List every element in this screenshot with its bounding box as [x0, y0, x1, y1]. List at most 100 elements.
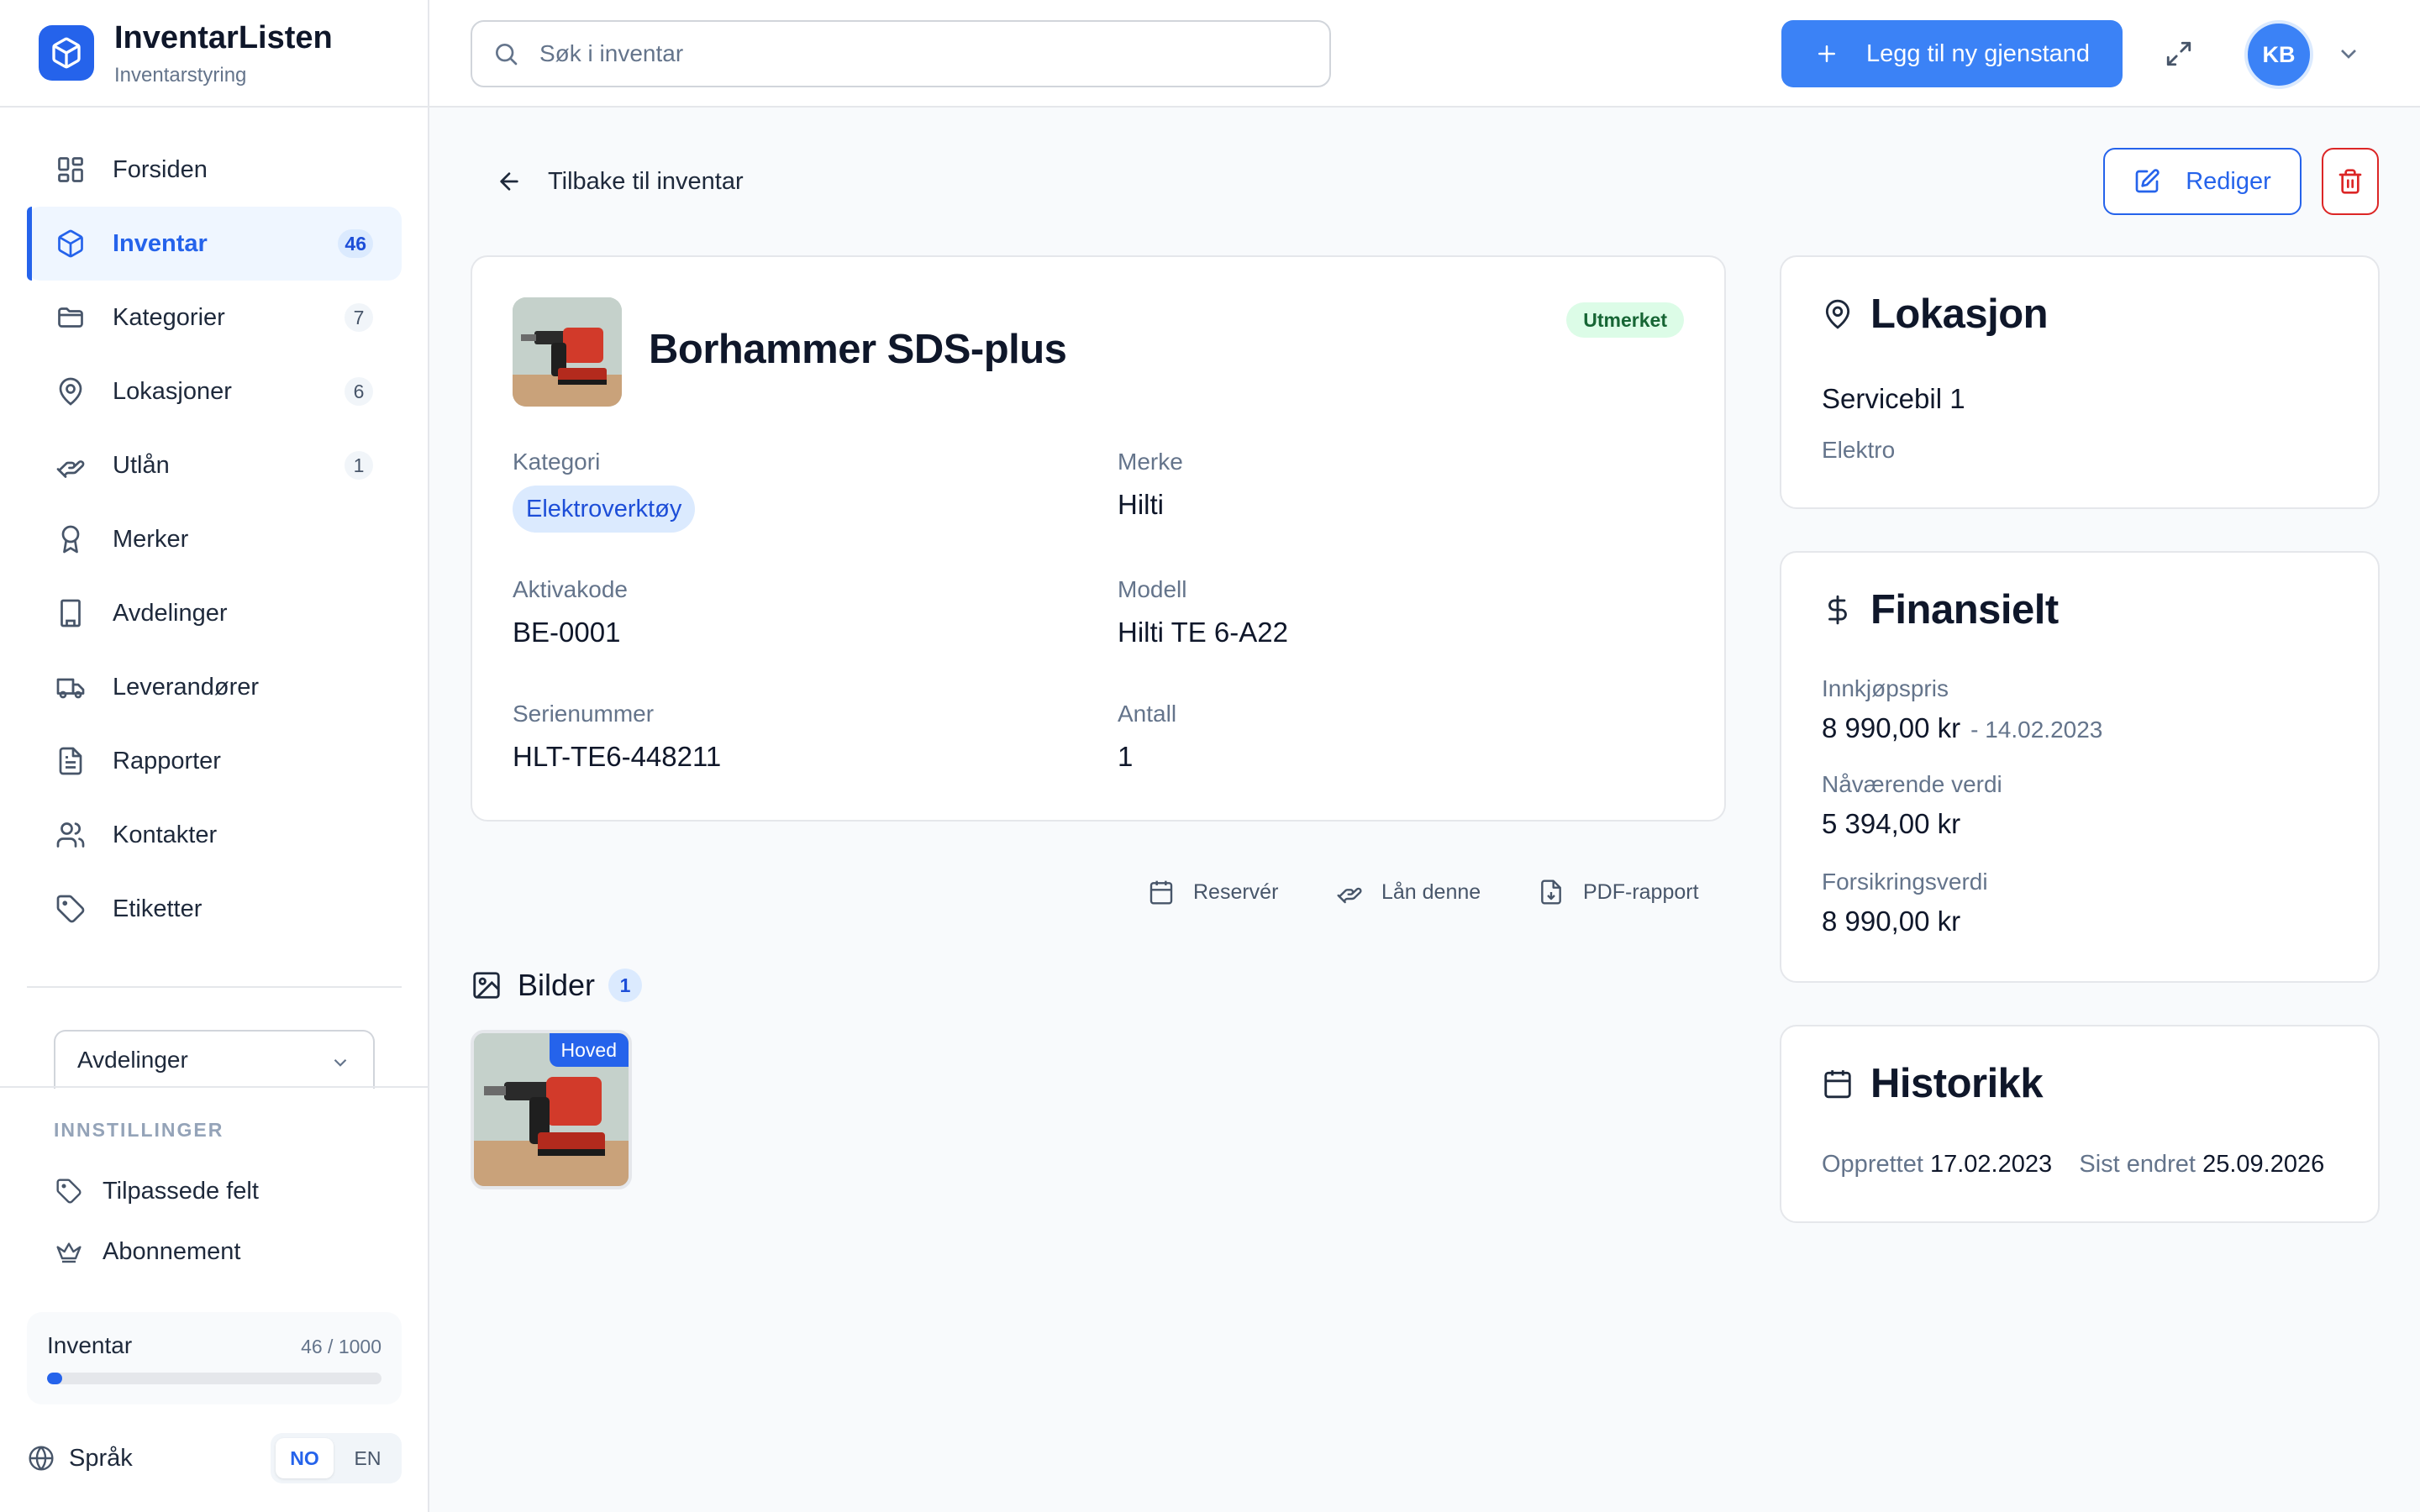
- sidebar-item-leverandorer[interactable]: Leverandører: [27, 650, 402, 724]
- language-label: Språk: [69, 1444, 133, 1472]
- edit-button[interactable]: Rediger: [2103, 148, 2302, 215]
- sidebar-item-inventar[interactable]: Inventar 46: [27, 207, 402, 281]
- settings-item-label: Abonnement: [103, 1237, 241, 1265]
- gallery-image[interactable]: Hoved: [471, 1030, 632, 1189]
- sidebar-item-label: Avdelinger: [113, 599, 228, 627]
- history-card: Historikk Opprettet 17.02.2023 Sist endr…: [1780, 1025, 2380, 1223]
- language-option-en[interactable]: EN: [339, 1438, 397, 1478]
- created-date: 17.02.2023: [1929, 1151, 2053, 1178]
- count-badge: 6: [345, 377, 373, 406]
- back-label: Tilbake til inventar: [548, 167, 744, 195]
- usage-value: 46 / 1000: [301, 1336, 381, 1357]
- count-badge: 7: [345, 303, 373, 332]
- history-dates: Opprettet 17.02.2023 Sist endret 25.09.2…: [1822, 1151, 2324, 1179]
- hand-icon: [54, 449, 87, 482]
- plus-icon: [1814, 41, 1839, 66]
- insurance-value-label: Forsikringsverdi: [1822, 869, 1988, 895]
- department-select[interactable]: Avdelinger: [54, 1030, 375, 1089]
- search-box[interactable]: [471, 20, 1331, 87]
- current-value: 5 394,00 kr: [1822, 808, 1961, 839]
- sidebar-item-lokasjoner[interactable]: Lokasjoner 6: [27, 354, 402, 428]
- borrow-button[interactable]: Lån denne: [1336, 875, 1481, 909]
- borrow-label: Lån denne: [1381, 879, 1481, 904]
- quantity-value: 1: [1118, 741, 1134, 772]
- purchase-date: - 14.02.2023: [1970, 717, 2103, 743]
- edit-icon: [2133, 168, 2160, 195]
- fullscreen-button[interactable]: [2159, 34, 2199, 74]
- sidebar-item-utlan[interactable]: Utlån 1: [27, 428, 402, 502]
- sidebar-item-forsiden[interactable]: Forsiden: [27, 133, 402, 207]
- count-badge: 46: [338, 229, 373, 258]
- sidebar-item-etiketter[interactable]: Etiketter: [27, 872, 402, 946]
- back-link[interactable]: Tilbake til inventar: [496, 163, 744, 200]
- pdf-report-label: PDF-rapport: [1583, 879, 1699, 904]
- count-badge: 1: [345, 451, 373, 480]
- settings-item-custom-fields[interactable]: Tilpassede felt: [54, 1173, 259, 1210]
- chevron-down-icon[interactable]: [2335, 40, 2362, 67]
- inventory-usage: Inventar 46 / 1000: [27, 1312, 402, 1404]
- modified-label: Sist endret: [2079, 1151, 2196, 1178]
- created-label: Opprettet: [1822, 1151, 1923, 1178]
- modified-date: 25.09.2026: [2202, 1151, 2325, 1178]
- brand-value: Hilti: [1118, 489, 1164, 520]
- dollar-icon: [1822, 594, 1854, 626]
- settings-item-subscription[interactable]: Abonnement: [54, 1233, 240, 1270]
- building-icon: [54, 596, 87, 630]
- sidebar-item-label: Lokasjoner: [113, 377, 232, 405]
- hand-icon: [1336, 879, 1363, 906]
- sidebar-item-kontakter[interactable]: Kontakter: [27, 798, 402, 872]
- asset-code-value: BE-0001: [513, 617, 621, 648]
- purchase-price-amount: 8 990,00 kr: [1822, 712, 1961, 743]
- status-badge: Utmerket: [1566, 302, 1684, 338]
- app-subtitle: Inventarstyring: [114, 64, 247, 87]
- language-switcher: Språk NO EN: [27, 1433, 402, 1483]
- brand-label: Merke: [1118, 449, 1183, 475]
- item-title: Borhammer SDS-plus: [649, 327, 1067, 372]
- calendar-icon: [1822, 1068, 1854, 1100]
- pdf-report-button[interactable]: PDF-rapport: [1538, 875, 1699, 909]
- settings-heading: INNSTILLINGER: [54, 1119, 224, 1141]
- grid-icon: [54, 153, 87, 186]
- chevron-down-icon: [329, 1052, 351, 1074]
- file-download-icon: [1538, 879, 1565, 906]
- calendar-icon: [1148, 879, 1175, 906]
- history-heading: Historikk: [1822, 1060, 2044, 1107]
- item-detail-card: Borhammer SDS-plus Utmerket Kategori Ele…: [471, 255, 1726, 822]
- sidebar: InventarListen Inventarstyring Forsiden …: [0, 0, 429, 1512]
- award-icon: [54, 522, 87, 556]
- report-icon: [54, 744, 87, 778]
- app-title: InventarListen: [114, 20, 333, 55]
- sidebar-item-kategorier[interactable]: Kategorier 7: [27, 281, 402, 354]
- top-bar: Legg til ny gjenstand KB: [429, 0, 2420, 108]
- add-item-button[interactable]: Legg til ny gjenstand: [1781, 20, 2123, 87]
- expand-icon: [2165, 39, 2193, 68]
- main-image-badge: Hoved: [549, 1033, 629, 1067]
- settings-item-label: Tilpassede felt: [103, 1177, 259, 1205]
- category-chip[interactable]: Elektroverktøy: [513, 486, 696, 533]
- finance-card: Finansielt Innkjøpspris 8 990,00 kr - 14.…: [1780, 551, 2380, 983]
- users-icon: [54, 818, 87, 852]
- search-icon: [492, 40, 519, 67]
- user-avatar[interactable]: KB: [2244, 20, 2313, 89]
- map-pin-icon: [1822, 298, 1854, 330]
- category-label: Kategori: [513, 449, 601, 475]
- sidebar-item-label: Kategorier: [113, 303, 225, 331]
- delete-button[interactable]: [2322, 148, 2379, 215]
- box-icon: [54, 227, 87, 260]
- serial-value: HLT-TE6-448211: [513, 741, 722, 772]
- location-heading: Lokasjon: [1822, 291, 2049, 338]
- finance-heading: Finansielt: [1822, 586, 2059, 633]
- sidebar-item-rapporter[interactable]: Rapporter: [27, 724, 402, 798]
- location-name: Servicebil 1: [1822, 383, 1965, 414]
- brand[interactable]: InventarListen Inventarstyring: [0, 0, 428, 108]
- item-thumbnail[interactable]: [513, 297, 622, 407]
- sidebar-divider: [27, 986, 402, 988]
- sidebar-item-merker[interactable]: Merker: [27, 502, 402, 576]
- search-input[interactable]: [539, 40, 1296, 67]
- gallery-count-badge: 1: [608, 969, 643, 1002]
- sidebar-item-avdelinger[interactable]: Avdelinger: [27, 576, 402, 650]
- sidebar-item-label: Etiketter: [113, 895, 203, 922]
- language-option-no[interactable]: NO: [276, 1438, 334, 1478]
- reserve-button[interactable]: Reservér: [1148, 875, 1278, 909]
- department-select-value: Avdelinger: [77, 1047, 188, 1073]
